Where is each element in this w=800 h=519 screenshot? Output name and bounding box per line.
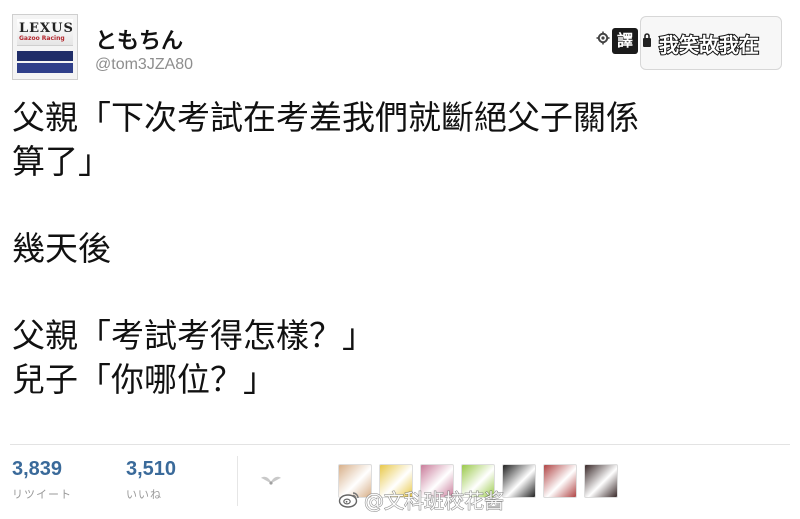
translate-button[interactable]: 譯	[612, 28, 638, 54]
retweet-stat[interactable]: 3,839 リツイート	[12, 458, 72, 502]
divider	[10, 444, 790, 445]
liker-avatar[interactable]	[502, 464, 536, 498]
weibo-icon	[338, 492, 359, 508]
gear-icon[interactable]	[596, 31, 610, 45]
like-count: 3,510	[126, 458, 177, 480]
tweet-line: 兒子「你哪位？」	[12, 360, 276, 399]
like-stat[interactable]: 3,510 いいね	[126, 458, 176, 502]
avatar-logo-text: LEXUS	[19, 21, 74, 36]
tweet-line: 父親「考試考得怎樣？」	[12, 316, 375, 355]
tweet-line: 幾天後	[12, 229, 111, 268]
retweet-count: 3,839	[12, 458, 63, 480]
stat-divider	[237, 456, 238, 506]
watermark: @文科班校花酱	[338, 486, 505, 513]
retweet-label: リツイート	[12, 488, 72, 501]
avatar-stripe	[17, 63, 73, 73]
avatar-logo-subtext: Gazoo Racing	[19, 35, 65, 42]
user-handle[interactable]: @tom3JZA80	[95, 56, 193, 74]
watermark-text: @文科班校花酱	[364, 488, 505, 513]
display-name[interactable]: ともちん	[95, 23, 183, 55]
avatar[interactable]: LEXUS Gazoo Racing	[12, 14, 78, 80]
avatar-stripe	[17, 51, 73, 61]
follow-button[interactable]: 我笑故我在	[640, 16, 782, 70]
tweet-line: 父親「下次考試在考差我們就斷絕父子關係	[12, 98, 639, 137]
liker-avatar[interactable]	[584, 464, 618, 498]
wings-icon	[261, 476, 281, 485]
lock-icon	[643, 33, 651, 47]
liker-avatar[interactable]	[543, 464, 577, 498]
follow-button-label: 我笑故我在	[658, 32, 760, 58]
tweet-line: 算了」	[12, 142, 111, 181]
like-label: いいね	[126, 488, 162, 501]
tweet-text: 父親「下次考試在考差我們就斷絕父子關係 算了」 幾天後 父親「考試考得怎樣？」 …	[12, 96, 788, 402]
